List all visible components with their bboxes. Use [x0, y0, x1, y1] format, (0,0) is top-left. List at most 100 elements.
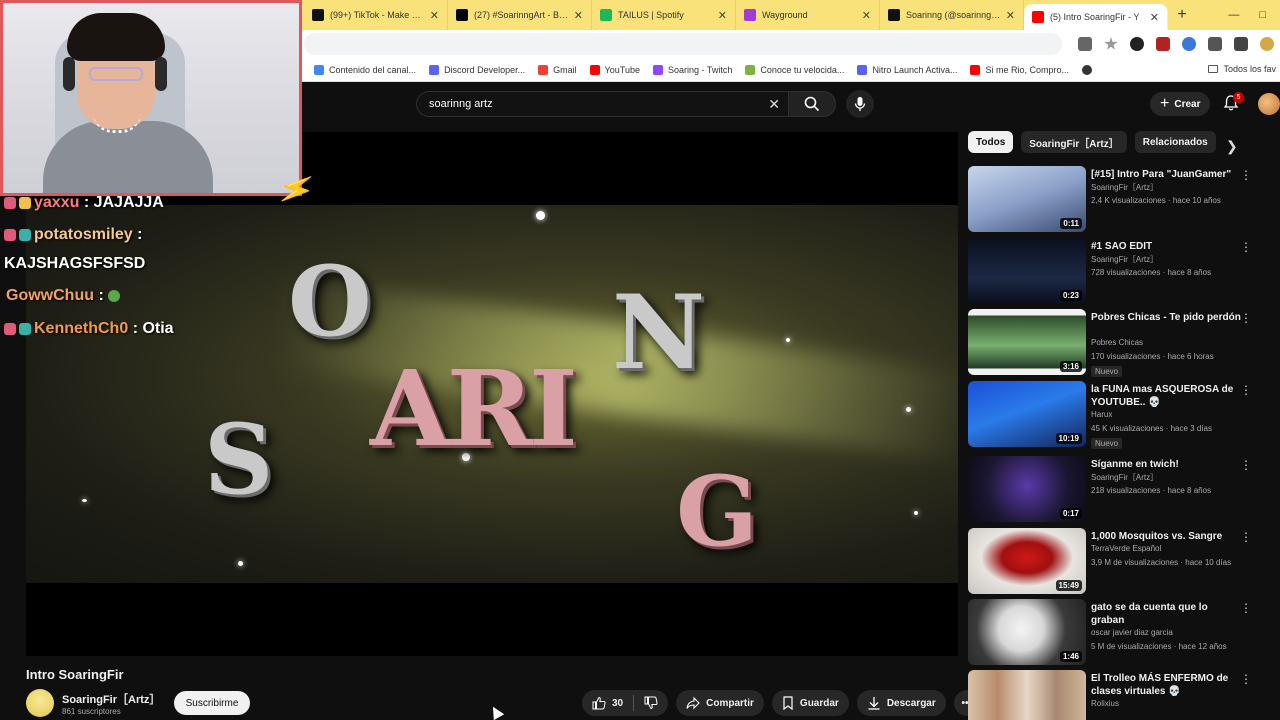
address-bar[interactable]	[304, 33, 1062, 55]
more-options-icon[interactable]: ⋮	[1240, 383, 1252, 397]
bookmark-item[interactable]: Nitro Launch Activa...	[857, 64, 957, 75]
tab-close-icon[interactable]: ✕	[1150, 11, 1159, 24]
bookmark-item[interactable]: Discord Developer...	[429, 64, 525, 75]
browser-tab[interactable]: Soarinng (@soarinngtwit ✕	[880, 0, 1024, 30]
tab-close-icon[interactable]: ✕	[718, 9, 727, 22]
channel-name[interactable]: SoaringFir［Artz］	[62, 691, 160, 707]
video-thumbnail[interactable]: 0:11	[968, 166, 1086, 232]
video-title[interactable]: 1,000 Mosquitos vs. Sangre	[1091, 530, 1241, 543]
bookmark-item[interactable]: YouTube	[589, 64, 640, 75]
video-title: Intro SoaringFir	[26, 667, 124, 682]
video-title[interactable]: gato se da cuenta que lo graban	[1091, 601, 1241, 627]
video-thumbnail[interactable]: 0:23	[968, 238, 1086, 304]
tab-favicon-icon	[456, 9, 468, 21]
tab-label: Soarinng (@soarinngtwit	[906, 10, 1002, 20]
channel-name[interactable]: oscar javier diaz garcia	[1091, 628, 1173, 637]
bookmark-star-icon[interactable]	[1104, 37, 1118, 50]
channel-name[interactable]: TerraVerde Español	[1091, 544, 1161, 553]
voice-search-button[interactable]	[846, 90, 874, 118]
bookmark-icon	[783, 696, 793, 710]
video-thumbnail[interactable]	[968, 670, 1086, 720]
chat-text: :	[98, 287, 104, 304]
recommended-video[interactable]: 0:17 Síganme en twich! SoaringFir［Artz］ 218…	[968, 456, 1268, 522]
channel-name[interactable]: Pobres Chicas	[1091, 338, 1143, 347]
more-options-icon[interactable]: ⋮	[1240, 458, 1252, 472]
channel-name[interactable]: SoaringFir［Artz］	[1091, 254, 1158, 265]
channel-name[interactable]: SoaringFir［Artz］	[1091, 182, 1158, 193]
account-avatar[interactable]	[1258, 93, 1280, 115]
extensions-puzzle-icon[interactable]	[1208, 37, 1222, 51]
bookmark-item[interactable]: Gmail	[538, 64, 577, 75]
bookmark-item[interactable]: Soaring - Twitch	[653, 64, 732, 75]
video-title[interactable]: El Trolleo MÁS ENFERMO de clases virtual…	[1091, 672, 1241, 698]
video-title[interactable]: la FUNA mas ASQUEROSA de YOUTUBE.. 💀	[1091, 383, 1241, 409]
search-button[interactable]	[788, 91, 836, 117]
chip-channel[interactable]: SoaringFir［Artz］	[1021, 131, 1127, 153]
browser-tab[interactable]: Wayground ✕	[736, 0, 880, 30]
create-button[interactable]: + Crear	[1150, 92, 1211, 116]
video-title[interactable]: #1 SAO EDIT	[1091, 240, 1241, 253]
dislike-button[interactable]	[634, 690, 668, 716]
globe-bookmark[interactable]	[1082, 64, 1097, 75]
media-control-icon[interactable]	[1234, 37, 1248, 51]
video-thumbnail[interactable]: 10:19	[968, 381, 1086, 447]
tab-close-icon[interactable]: ✕	[430, 9, 439, 22]
more-options-icon[interactable]: ⋮	[1240, 168, 1252, 182]
bookmark-item[interactable]: Si me Rio, Compro...	[970, 64, 1069, 75]
browser-tab[interactable]: TAILUS | Spotify ✕	[592, 0, 736, 30]
subscribe-button[interactable]: Suscribirme	[174, 691, 250, 715]
chevron-right-icon[interactable]: ❯	[1226, 138, 1238, 155]
chip-todos[interactable]: Todos	[968, 131, 1014, 153]
all-bookmarks-folder[interactable]: Todos los fav	[1208, 64, 1276, 74]
clear-search-icon[interactable]: ✕	[768, 96, 780, 113]
install-app-icon[interactable]	[1078, 37, 1092, 51]
extension-icon[interactable]	[1182, 37, 1196, 51]
video-player[interactable]: O S ARI N G	[26, 132, 958, 656]
tab-close-icon[interactable]: ✕	[862, 9, 871, 22]
channel-name[interactable]: Rolixius	[1091, 699, 1119, 708]
profile-icon[interactable]	[1260, 37, 1274, 51]
more-options-icon[interactable]: ⋮	[1240, 530, 1252, 544]
browser-tab[interactable]: (5) Intro SoaringFir - Y ✕	[1024, 4, 1168, 30]
recommended-video[interactable]: 0:23 #1 SAO EDIT SoaringFir［Artz］ 728 visua…	[968, 238, 1268, 304]
extension-icon[interactable]	[1156, 37, 1170, 51]
chip-relacionados[interactable]: Relacionados	[1134, 131, 1216, 153]
more-options-icon[interactable]: ⋮	[1240, 601, 1252, 615]
tab-close-icon[interactable]: ✕	[574, 9, 583, 22]
tab-close-icon[interactable]: ✕	[1006, 9, 1015, 22]
recommended-video[interactable]: 3:16 Pobres Chicas - Te pido perdón Pobres…	[968, 309, 1268, 377]
recommended-video[interactable]: El Trolleo MÁS ENFERMO de clases virtual…	[968, 670, 1268, 720]
recommended-video[interactable]: 15:49 1,000 Mosquitos vs. Sangre TerraVerd…	[968, 528, 1268, 594]
minimize-icon[interactable]: —	[1228, 9, 1239, 21]
extension-icon[interactable]	[1130, 37, 1144, 51]
recommended-video[interactable]: 10:19 la FUNA mas ASQUEROSA de YOUTUBE.. …	[968, 381, 1268, 449]
video-title[interactable]: [#15] Intro Para "JuanGamer"	[1091, 168, 1241, 181]
browser-tab[interactable]: (27) #SoarinngArt - Busca ✕	[448, 0, 592, 30]
video-duration: 0:23	[1059, 290, 1082, 301]
like-button[interactable]: 30	[582, 690, 633, 716]
maximize-icon[interactable]: □	[1259, 9, 1266, 21]
video-thumbnail[interactable]: 0:17	[968, 456, 1086, 522]
more-options-icon[interactable]: ⋮	[1240, 240, 1252, 254]
bookmark-item[interactable]: Contenido del canal...	[314, 64, 416, 75]
channel-avatar[interactable]	[26, 689, 54, 717]
new-tab-button[interactable]: +	[1168, 6, 1196, 24]
plus-icon: +	[1160, 95, 1170, 112]
video-title[interactable]: Pobres Chicas - Te pido perdón	[1091, 311, 1241, 324]
bookmark-item[interactable]: Conoce tu velocida...	[745, 64, 844, 75]
video-thumbnail[interactable]: 15:49	[968, 528, 1086, 594]
save-button[interactable]: Guardar	[771, 690, 849, 716]
more-options-icon[interactable]: ⋮	[1240, 672, 1252, 686]
channel-name[interactable]: SoaringFir［Artz］	[1091, 472, 1158, 483]
video-thumbnail[interactable]: 1:46	[968, 599, 1086, 665]
video-title[interactable]: Síganme en twich!	[1091, 458, 1241, 471]
download-button[interactable]: Descargar	[856, 690, 946, 716]
search-input[interactable]: soarinng artz ✕	[416, 91, 788, 117]
more-options-icon[interactable]: ⋮	[1240, 311, 1252, 325]
video-thumbnail[interactable]: 3:16	[968, 309, 1086, 375]
browser-tab[interactable]: (99+) TikTok - Make Your ✕	[304, 0, 448, 30]
channel-name[interactable]: Harux	[1091, 410, 1112, 419]
recommended-video[interactable]: 1:46 gato se da cuenta que lo graban oscar…	[968, 599, 1268, 665]
share-button[interactable]: Compartir	[676, 690, 764, 716]
recommended-video[interactable]: 0:11 [#15] Intro Para "JuanGamer" SoaringF…	[968, 166, 1268, 232]
